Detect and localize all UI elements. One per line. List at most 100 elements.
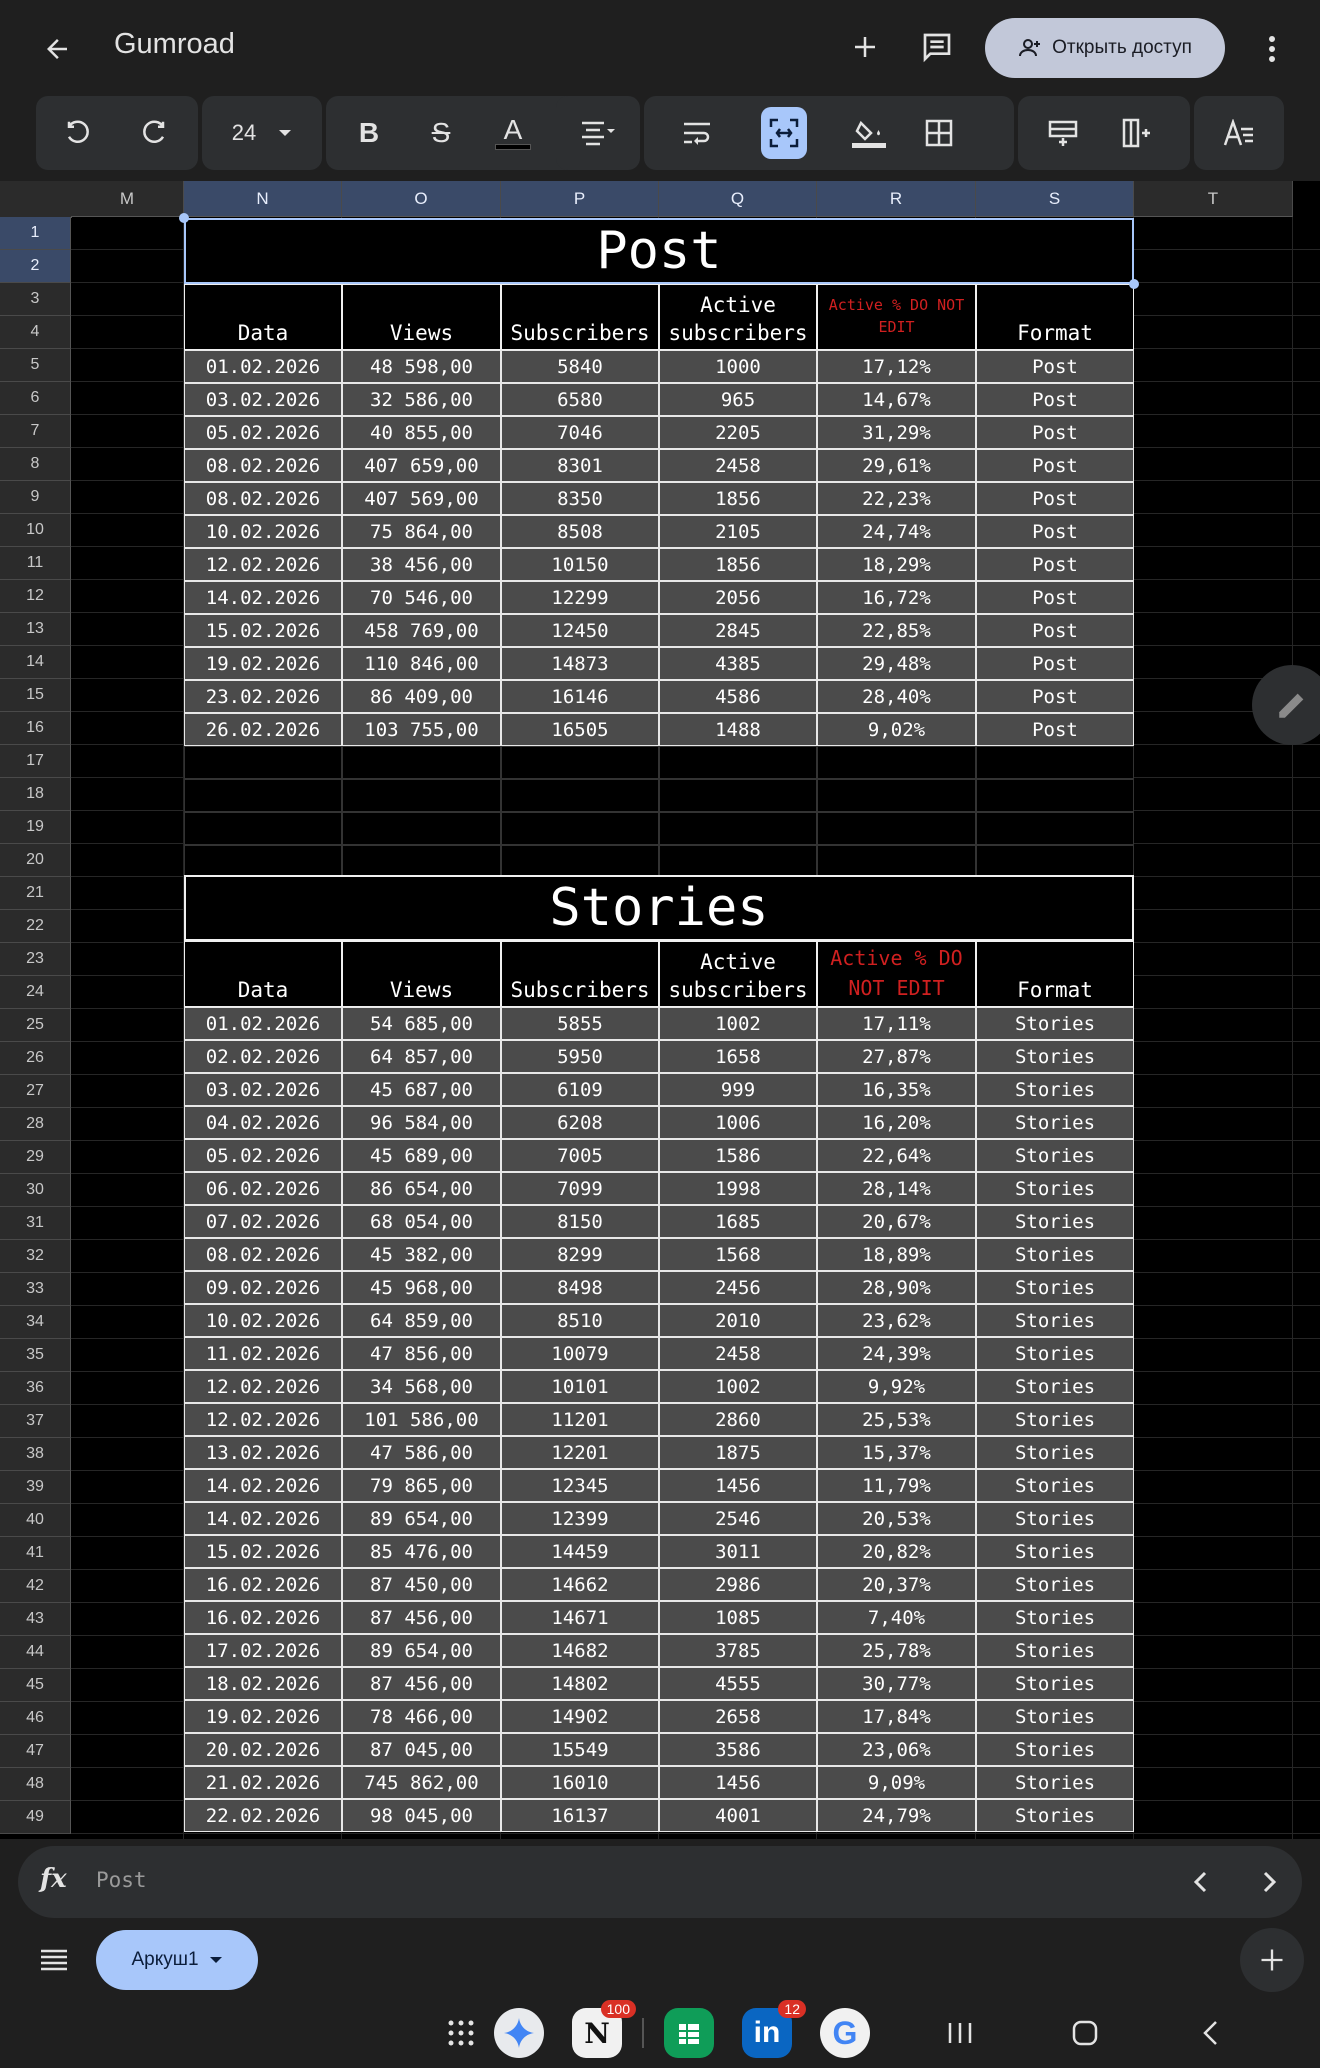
cell-date[interactable]: 10.02.2026	[184, 1304, 342, 1337]
cell-date[interactable]: 19.02.2026	[184, 1700, 342, 1733]
cell-views[interactable]: 64 857,00	[342, 1040, 501, 1073]
header-cell-subscribers[interactable]: Subscribers	[501, 284, 659, 350]
cell-active-subscribers[interactable]: 1856	[659, 548, 817, 581]
cell-format[interactable]: Stories	[976, 1172, 1134, 1205]
cell-date[interactable]: 14.02.2026	[184, 1502, 342, 1535]
cell-subscribers[interactable]: 6109	[501, 1073, 659, 1106]
cell-views[interactable]: 32 586,00	[342, 383, 501, 416]
cell-views[interactable]: 110 846,00	[342, 647, 501, 680]
fit-to-data-icon[interactable]	[751, 96, 817, 170]
cell-subscribers[interactable]: 15549	[501, 1733, 659, 1766]
back-nav-icon[interactable]	[1185, 2008, 1235, 2058]
header-cell-active-percent[interactable]: Active % DO NOT EDIT	[817, 941, 976, 1007]
cell-format[interactable]: Post	[976, 482, 1134, 515]
cell-active-subscribers[interactable]: 2010	[659, 1304, 817, 1337]
font-size-dropdown[interactable]: 24	[212, 96, 312, 170]
cell-views[interactable]: 40 855,00	[342, 416, 501, 449]
cell-subscribers[interactable]: 16505	[501, 713, 659, 746]
empty-cell[interactable]	[817, 812, 976, 845]
cell-active-percent[interactable]: 20,37%	[817, 1568, 976, 1601]
cell-subscribers[interactable]: 6208	[501, 1106, 659, 1139]
cell-format[interactable]: Stories	[976, 1700, 1134, 1733]
cell-active-subscribers[interactable]: 2986	[659, 1568, 817, 1601]
cell-views[interactable]: 87 045,00	[342, 1733, 501, 1766]
cell-format[interactable]: Post	[976, 416, 1134, 449]
cell-views[interactable]: 70 546,00	[342, 581, 501, 614]
row-header-1[interactable]: 1	[0, 217, 71, 250]
row-header-36[interactable]: 36	[0, 1372, 71, 1405]
row-header-10[interactable]: 10	[0, 514, 71, 547]
empty-cell[interactable]	[184, 779, 342, 812]
row-header-42[interactable]: 42	[0, 1570, 71, 1603]
row-header-19[interactable]: 19	[0, 811, 71, 844]
back-arrow-icon[interactable]	[30, 22, 84, 76]
text-color-icon[interactable]: A	[480, 96, 546, 170]
cell-format[interactable]: Stories	[976, 1469, 1134, 1502]
cell-active-subscribers[interactable]: 2456	[659, 1271, 817, 1304]
cell-active-percent[interactable]: 24,74%	[817, 515, 976, 548]
row-header-2[interactable]: 2	[0, 250, 71, 283]
row-header-7[interactable]: 7	[0, 415, 71, 448]
google-sheets-app-icon[interactable]	[664, 2008, 714, 2058]
post-title-cell[interactable]: Post	[184, 218, 1134, 284]
cell-active-percent[interactable]: 14,67%	[817, 383, 976, 416]
cell-active-subscribers[interactable]: 965	[659, 383, 817, 416]
column-header-m[interactable]: M	[71, 181, 184, 217]
header-cell-data[interactable]: Data	[184, 941, 342, 1007]
row-header-23[interactable]: 23	[0, 943, 71, 976]
cell-active-percent[interactable]: 25,53%	[817, 1403, 976, 1436]
empty-cell[interactable]	[184, 746, 342, 779]
cell-format[interactable]: Post	[976, 680, 1134, 713]
cell-views[interactable]: 34 568,00	[342, 1370, 501, 1403]
row-header-4[interactable]: 4	[0, 316, 71, 349]
cell-date[interactable]: 02.02.2026	[184, 1040, 342, 1073]
cell-format[interactable]: Stories	[976, 1601, 1134, 1634]
cell-active-percent[interactable]: 23,06%	[817, 1733, 976, 1766]
cell-active-subscribers[interactable]: 3586	[659, 1733, 817, 1766]
home-icon[interactable]	[1060, 2008, 1110, 2058]
cell-subscribers[interactable]: 12345	[501, 1469, 659, 1502]
cell-active-subscribers[interactable]: 4586	[659, 680, 817, 713]
cell-date[interactable]: 06.02.2026	[184, 1172, 342, 1205]
cell-active-subscribers[interactable]: 1000	[659, 350, 817, 383]
empty-cell[interactable]	[659, 746, 817, 779]
cell-subscribers[interactable]: 5840	[501, 350, 659, 383]
cell-active-percent[interactable]: 23,62%	[817, 1304, 976, 1337]
cell-active-subscribers[interactable]: 2205	[659, 416, 817, 449]
cell-subscribers[interactable]: 8299	[501, 1238, 659, 1271]
cell-date[interactable]: 12.02.2026	[184, 548, 342, 581]
row-header-3[interactable]: 3	[0, 283, 71, 316]
cell-views[interactable]: 103 755,00	[342, 713, 501, 746]
empty-cell[interactable]	[976, 779, 1134, 812]
cell-active-subscribers[interactable]: 2458	[659, 449, 817, 482]
cell-active-subscribers[interactable]: 2105	[659, 515, 817, 548]
cell-date[interactable]: 15.02.2026	[184, 1535, 342, 1568]
cell-active-subscribers[interactable]: 1856	[659, 482, 817, 515]
cell-active-subscribers[interactable]: 1488	[659, 713, 817, 746]
row-header-40[interactable]: 40	[0, 1504, 71, 1537]
column-header-t[interactable]: T	[1134, 181, 1293, 217]
cell-format[interactable]: Stories	[976, 1667, 1134, 1700]
share-button[interactable]: Открыть доступ	[985, 18, 1225, 78]
cell-active-percent[interactable]: 16,35%	[817, 1073, 976, 1106]
cell-date[interactable]: 09.02.2026	[184, 1271, 342, 1304]
cell-active-subscribers[interactable]: 1568	[659, 1238, 817, 1271]
cell-active-percent[interactable]: 7,40%	[817, 1601, 976, 1634]
column-header-r[interactable]: R	[817, 181, 976, 217]
cell-active-subscribers[interactable]: 1998	[659, 1172, 817, 1205]
row-header-29[interactable]: 29	[0, 1141, 71, 1174]
cell-date[interactable]: 23.02.2026	[184, 680, 342, 713]
cell-subscribers[interactable]: 12399	[501, 1502, 659, 1535]
row-header-15[interactable]: 15	[0, 679, 71, 712]
row-header-12[interactable]: 12	[0, 580, 71, 613]
cell-date[interactable]: 07.02.2026	[184, 1205, 342, 1238]
cell-subscribers[interactable]: 14662	[501, 1568, 659, 1601]
column-header-o[interactable]: O	[342, 181, 501, 217]
cell-active-subscribers[interactable]: 2845	[659, 614, 817, 647]
cell-active-subscribers[interactable]: 4001	[659, 1799, 817, 1832]
empty-cell[interactable]	[501, 746, 659, 779]
cell-subscribers[interactable]: 16010	[501, 1766, 659, 1799]
cell-format[interactable]: Stories	[976, 1271, 1134, 1304]
cell-date[interactable]: 16.02.2026	[184, 1568, 342, 1601]
cell-date[interactable]: 03.02.2026	[184, 1073, 342, 1106]
